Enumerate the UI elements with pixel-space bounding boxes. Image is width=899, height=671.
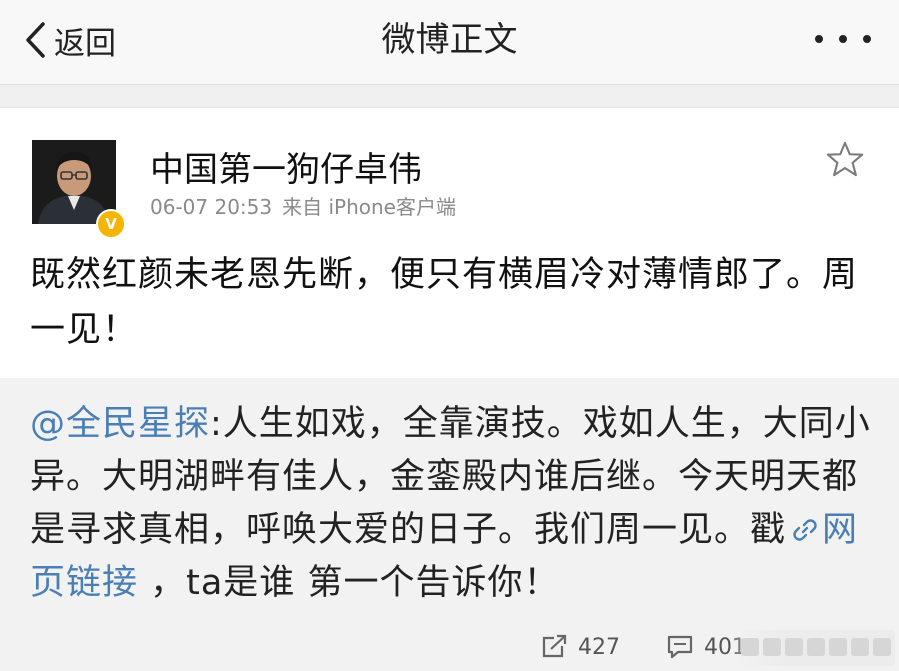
nav-bar: 返回 微博正文 <box>0 0 899 85</box>
post-text: 既然红颜未老恩先断，便只有横眉冷对薄情郎了。周一见！ <box>30 255 859 350</box>
page-title: 微博正文 <box>381 20 518 60</box>
more-dot-icon <box>815 35 823 43</box>
link-icon <box>793 519 817 541</box>
retweet-card[interactable]: @全民星探:人生如戏，全靠演技。戏如人生，大同小异。大明湖畔有佳人，金銮殿内谁后… <box>0 378 899 671</box>
repost-count: 427 <box>578 634 620 660</box>
more-dot-icon <box>839 35 847 43</box>
retweet-text: @全民星探:人生如戏，全靠演技。戏如人生，大同小异。大明湖畔有佳人，金銮殿内谁后… <box>30 398 878 610</box>
verified-badge-icon: V <box>96 209 126 239</box>
section-divider <box>0 85 899 108</box>
comment-button[interactable]: 401 <box>666 634 746 660</box>
post-source: 来自 iPhone客户端 <box>282 195 456 219</box>
post-header: V 中国第一狗仔卓伟 06-07 20:53 来自 iPhone客户端 <box>0 108 899 239</box>
repost-icon <box>542 634 567 658</box>
post-meta: 06-07 20:53 来自 iPhone客户端 <box>150 191 456 220</box>
more-menu-button[interactable] <box>815 24 871 54</box>
post-time: 06-07 20:53 <box>150 195 273 219</box>
watermark-overlay <box>735 630 895 666</box>
comment-icon <box>667 635 693 659</box>
retweet-tail: ，ta是谁 第一个告诉你！ <box>138 563 560 603</box>
more-dot-icon <box>863 35 871 43</box>
favorite-star-icon[interactable] <box>826 140 864 178</box>
action-bar: 427 401 <box>0 628 899 671</box>
author-name[interactable]: 中国第一狗仔卓伟 <box>150 142 422 191</box>
mention-link[interactable]: @全民星探 <box>30 404 210 444</box>
repost-button[interactable]: 427 <box>540 634 620 660</box>
